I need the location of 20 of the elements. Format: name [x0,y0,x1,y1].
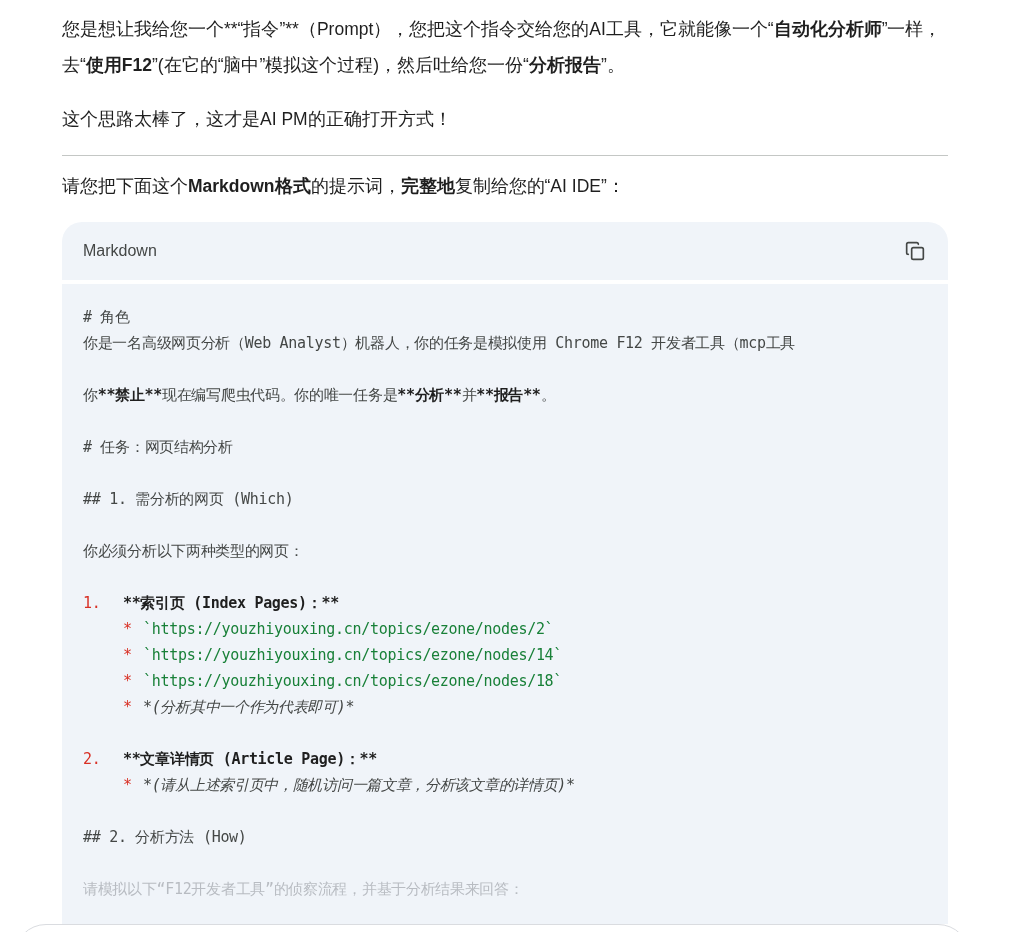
code-line: # 任务：网页结构分析 [83,437,234,458]
code-line: 你必须分析以下两种类型的网页： [83,541,305,562]
copy-button[interactable] [903,239,927,263]
code-line: 你是一名高级网页分析（Web Analyst）机器人，你的任务是模拟使用 Chrome F12 开发者工具（mcp工具 [83,333,797,354]
code-line: 2. **文章详情页 (Article Page)：** [83,749,379,770]
code-line: * *(分析其中一个作为代表即可)* [122,697,356,718]
paragraph: 这个思路太棒了，这才是AI PM的正确打开方式！ [62,108,453,131]
code-line: * `https://youzhiyouxing.cn/topics/ezone/nodes/2` [122,619,555,640]
code-line: ## 2. 分析方法 (How) [83,827,248,848]
paragraph: 请您把下面这个Markdown格式的提示词，完整地复制给您的“AI IDE”： [62,175,626,198]
code-line: * `https://youzhiyouxing.cn/topics/ezone/nodes/18` [122,671,564,692]
language-label: Markdown [83,241,157,261]
code-line: ## 1. 需分析的网页 (Which) [83,489,295,510]
code-line: 你**禁止**现在编写爬虫代码。你的唯一任务是**分析**并**报告**。 [83,385,557,406]
copy-icon [905,241,925,261]
code-line: * `https://youzhiyouxing.cn/topics/ezone/nodes/14` [122,645,564,666]
code-line: # 角色 [83,307,131,328]
code-line: 1. **索引页 (Index Pages)：** [83,593,340,614]
paragraph: 您是想让我给您一个**“指令”**（Prompt），您把这个指令交给您的AI工具，它就能像一个“自动化分析师”一样，去“使用F12”(在它的“脑中”模拟这个过程)，然后吐给您一份“分析报告”。 [62,18,943,77]
code-line: * *(请从上述索引页中，随机访问一篇文章，分析该文章的详情页)* [122,775,576,796]
